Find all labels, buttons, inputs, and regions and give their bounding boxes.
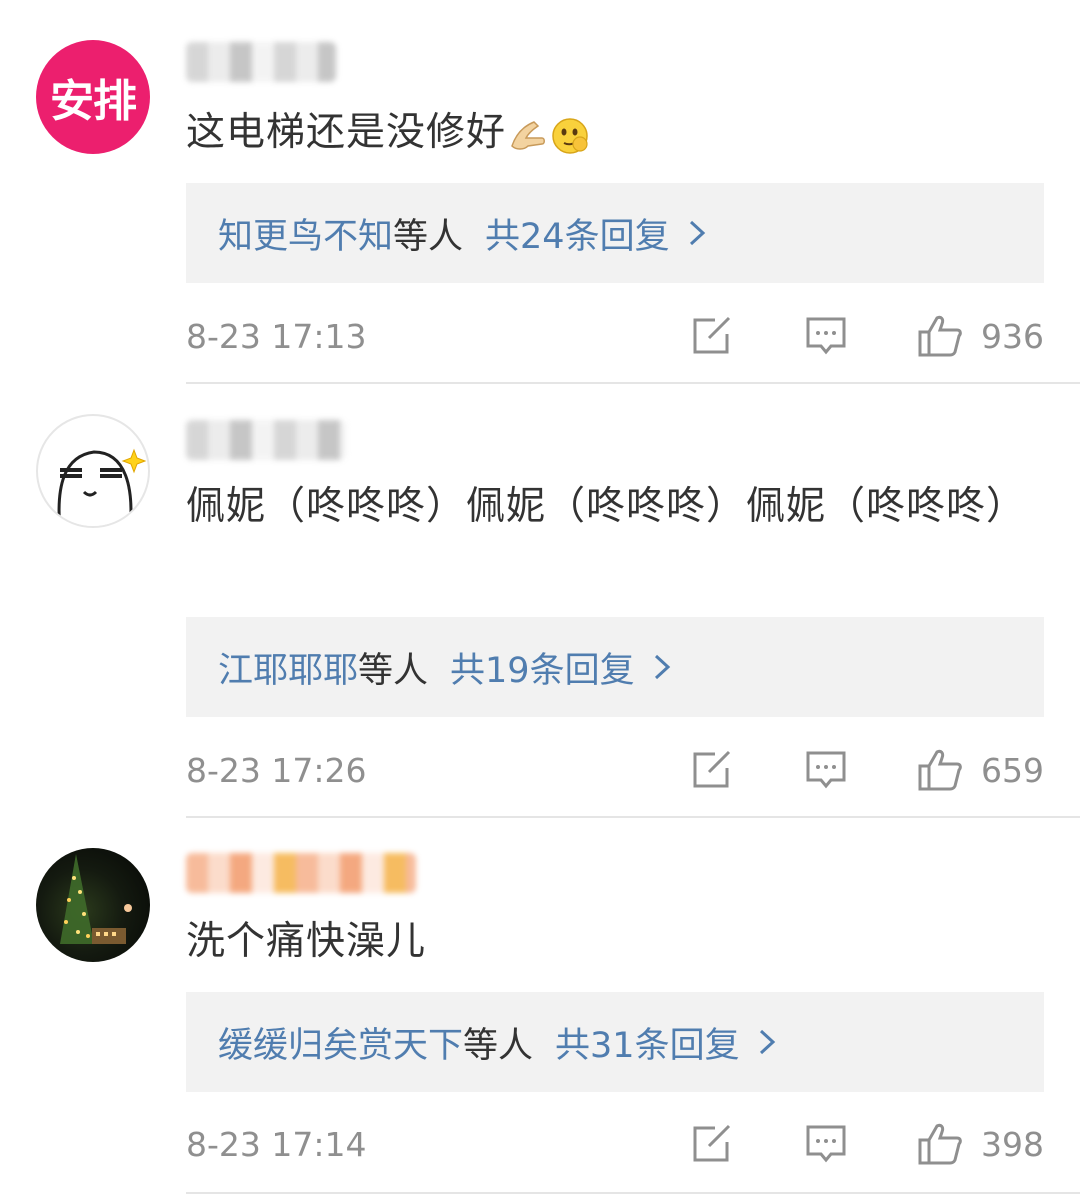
avatar[interactable]: [36, 848, 150, 962]
reply-total[interactable]: 共24条回复: [485, 208, 670, 259]
reply-suffix: 等人: [463, 1025, 534, 1066]
divider: [186, 816, 1080, 818]
smirk-face-emoji: [550, 115, 590, 155]
chevron-right-icon: [758, 1028, 776, 1056]
thumbs-up-icon[interactable]: [917, 313, 963, 359]
reply-summary[interactable]: 江耶耶耶 等人 共19条回复: [186, 617, 1044, 717]
edit-square-icon[interactable]: [689, 1121, 735, 1167]
username-redacted[interactable]: [186, 42, 336, 82]
comment-meta: 8-23 17:13 936: [186, 306, 1044, 366]
comment-text-content: 佩妮（咚咚咚）佩妮（咚咚咚）佩妮（咚咚咚）: [186, 484, 1027, 529]
comment-text-content: 这电梯还是没修好: [186, 110, 507, 155]
timestamp: 8-23 17:14: [186, 1124, 367, 1164]
like-count: 659: [981, 750, 1044, 790]
chevron-right-icon: [653, 653, 671, 681]
thumbs-up-icon[interactable]: [917, 1121, 963, 1167]
avatar[interactable]: 安排: [36, 40, 150, 154]
avatar-text: 安排: [50, 76, 137, 127]
comment-bubble-icon[interactable]: [803, 747, 849, 793]
thumbs-up-icon[interactable]: [917, 747, 963, 793]
reply-total[interactable]: 共31条回复: [555, 1017, 740, 1068]
avatar[interactable]: [36, 414, 150, 528]
username-redacted[interactable]: [186, 853, 416, 893]
timestamp: 8-23 17:13: [186, 316, 367, 356]
night-tree-photo-icon: [60, 854, 132, 944]
reply-summary[interactable]: 缓缓归矣赏天下 等人 共31条回复: [186, 992, 1044, 1092]
comment-bubble-icon[interactable]: [803, 313, 849, 359]
reply-names[interactable]: 知更鸟不知: [218, 208, 393, 259]
reply-names[interactable]: 江耶耶耶: [218, 642, 358, 693]
like-count: 936: [981, 316, 1044, 356]
like-count: 398: [981, 1124, 1044, 1164]
reply-summary[interactable]: 知更鸟不知 等人 共24条回复: [186, 183, 1044, 283]
chevron-right-icon: [688, 219, 706, 247]
divider: [186, 1192, 1080, 1194]
edit-square-icon[interactable]: [689, 747, 735, 793]
comment-text: 这电梯还是没修好: [186, 104, 1046, 162]
reply-names[interactable]: 缓缓归矣赏天下: [218, 1017, 463, 1068]
comment-meta: 8-23 17:26 659: [186, 740, 1044, 800]
timestamp: 8-23 17:26: [186, 750, 367, 790]
comment-text: 佩妮（咚咚咚）佩妮（咚咚咚）佩妮（咚咚咚）: [186, 478, 1046, 536]
pointing-hand-emoji: [508, 115, 548, 155]
edit-square-icon[interactable]: [689, 313, 735, 359]
comment-bubble-icon[interactable]: [803, 1121, 849, 1167]
reply-total[interactable]: 共19条回复: [450, 642, 635, 693]
cartoon-face-icon: [57, 448, 147, 526]
username-redacted[interactable]: [186, 420, 346, 460]
divider: [186, 382, 1080, 384]
reply-suffix: 等人: [358, 650, 429, 691]
reply-suffix: 等人: [393, 216, 464, 257]
comment-text-content: 洗个痛快澡儿: [186, 919, 427, 964]
comment-meta: 8-23 17:14 398: [186, 1114, 1044, 1174]
comment-text: 洗个痛快澡儿: [186, 913, 1046, 971]
